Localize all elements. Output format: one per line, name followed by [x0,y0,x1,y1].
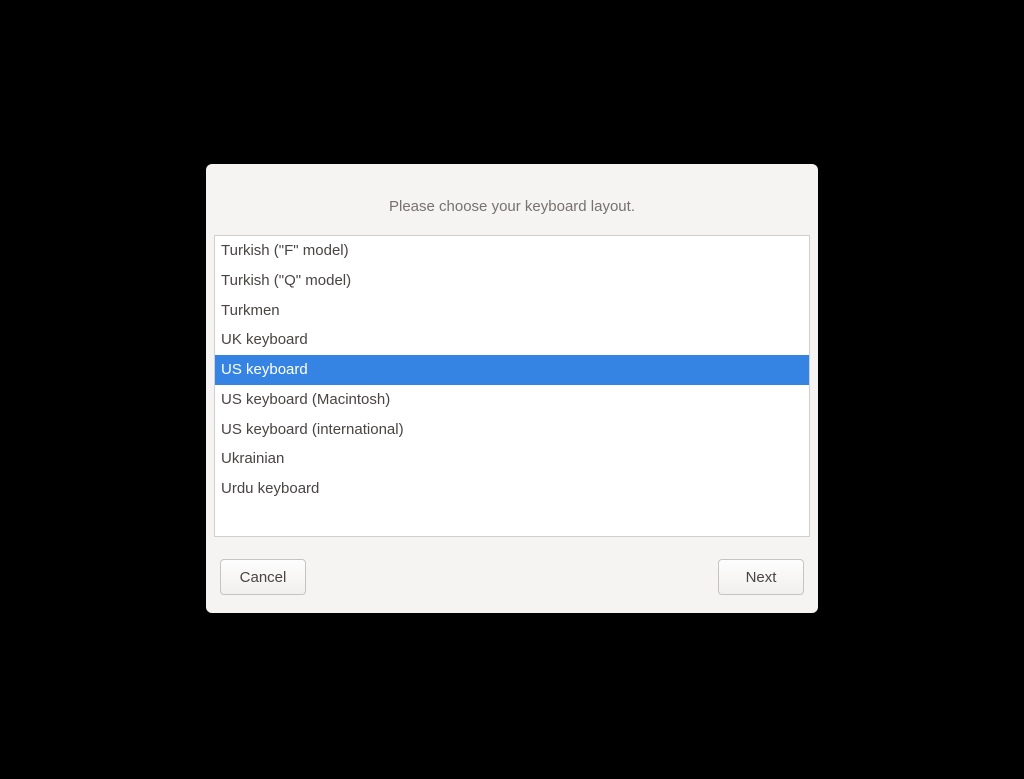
keyboard-layout-list[interactable]: Turkish ("F" model)Turkish ("Q" model)Tu… [214,235,810,537]
keyboard-layout-option[interactable]: Turkish ("F" model) [215,236,809,266]
cancel-button[interactable]: Cancel [220,559,306,595]
keyboard-layout-option[interactable]: US keyboard (Macintosh) [215,385,809,415]
dialog-header: Please choose your keyboard layout. [206,164,818,235]
next-button[interactable]: Next [718,559,804,595]
keyboard-layout-option[interactable]: Urdu keyboard [215,474,809,504]
keyboard-layout-option[interactable]: Turkmen [215,296,809,326]
dialog-title: Please choose your keyboard layout. [226,198,798,215]
button-bar: Cancel Next [206,537,818,613]
keyboard-layout-option[interactable]: US keyboard [215,355,809,385]
keyboard-layout-option[interactable]: Turkish ("Q" model) [215,266,809,296]
listbox-wrap: Turkish ("F" model)Turkish ("Q" model)Tu… [206,235,818,537]
keyboard-layout-option[interactable]: UK keyboard [215,325,809,355]
keyboard-layout-option[interactable]: US keyboard (international) [215,415,809,445]
keyboard-layout-dialog: Please choose your keyboard layout. Turk… [206,164,818,613]
keyboard-layout-option[interactable]: Ukrainian [215,444,809,474]
